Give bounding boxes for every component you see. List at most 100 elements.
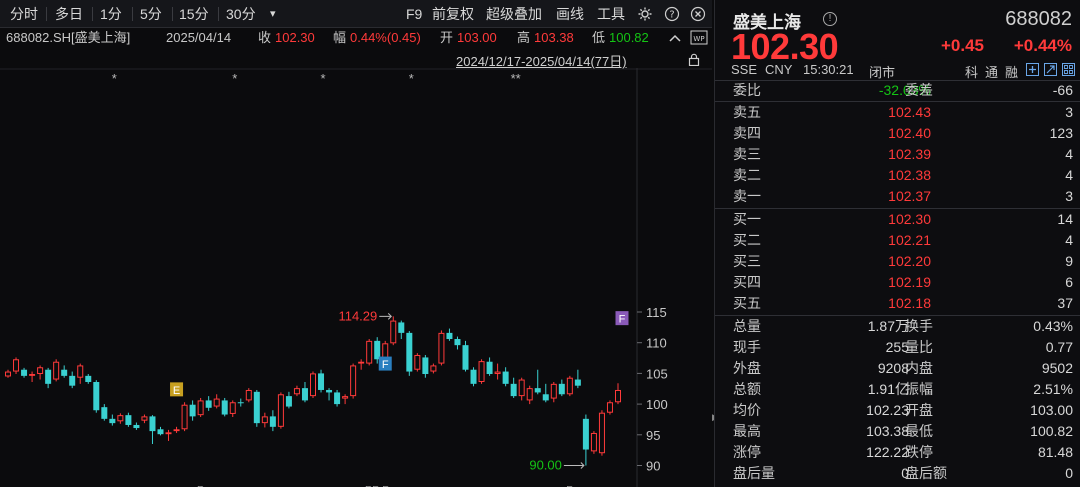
candle-body-up (310, 373, 316, 397)
candle-body-up (350, 365, 357, 397)
event-stars: * * * * ** (112, 71, 521, 86)
draw-line-button[interactable]: 画线 (556, 0, 584, 28)
candle-body-up (5, 371, 11, 377)
ask-level-volume: 3 (1065, 188, 1073, 204)
y-axis-ticks: 115 110 105 100 95 90 (637, 305, 668, 474)
candle-body-up (53, 361, 60, 380)
candle-body-down (21, 369, 28, 376)
tag-margin[interactable]: 融 (1005, 62, 1018, 81)
ask-level-row[interactable]: 卖二 102.38 4 (715, 165, 1080, 186)
candle-body-down (237, 402, 244, 404)
ask-level-row[interactable]: 卖一 102.37 3 (715, 186, 1080, 207)
info-icon[interactable]: ! (823, 12, 837, 26)
candle-body-down (470, 369, 477, 384)
wp-icon[interactable]: WP (690, 30, 708, 46)
y-tick-label: 110 (646, 336, 667, 351)
bid-level-row[interactable]: 买一 102.30 14 (715, 209, 1080, 230)
stat-item: 开盘 103.00 (905, 400, 1073, 421)
expand-icon[interactable] (1044, 63, 1057, 76)
stat-label: 换手 (905, 318, 933, 334)
bid-ratio-row: 委比 -32.03% 委差 -66 (715, 80, 1080, 101)
ask-level-row[interactable]: 卖四 102.40 123 (715, 123, 1080, 144)
candle-body-up (261, 416, 268, 424)
ask-level-price: 102.43 (888, 104, 931, 120)
stat-label: 涨停 (733, 444, 761, 460)
stat-value: 102.23 (866, 402, 909, 418)
stat-label: 内盘 (905, 360, 933, 376)
tab-intraday[interactable]: 分时 (10, 0, 38, 28)
ask-level-row[interactable]: 卖三 102.39 4 (715, 144, 1080, 165)
bar-date: 2025/04/14 (166, 30, 232, 45)
more-periods-dropdown-icon[interactable]: ▾ (270, 0, 276, 28)
tab-5min[interactable]: 5分 (140, 0, 162, 28)
bid-level-volume: 4 (1065, 232, 1073, 248)
stat-label: 盘后量 (733, 465, 775, 481)
bid-level-volume: 14 (1057, 211, 1073, 227)
lock-icon[interactable] (688, 53, 700, 66)
candle-body-down (253, 391, 260, 424)
candle-body-up (550, 383, 557, 399)
close-icon[interactable] (690, 6, 706, 22)
candle-body-down (157, 429, 164, 435)
add-to-watchlist-icon[interactable] (1026, 63, 1039, 76)
candle-body-down (486, 361, 493, 375)
f9-button[interactable]: F9 (406, 0, 422, 28)
stat-label: 最高 (733, 423, 761, 439)
tab-1min[interactable]: 1分 (100, 0, 122, 28)
ask-level-volume: 4 (1065, 146, 1073, 162)
exchange: SSE (731, 62, 758, 77)
grid-view-icon[interactable] (1062, 63, 1075, 76)
tag-connect[interactable]: 通 (985, 62, 998, 81)
candle-body-down (205, 400, 212, 408)
ask-level-price: 102.37 (888, 188, 931, 204)
tag-star-market[interactable]: 科 (965, 62, 978, 81)
annotations: 114.2990.00EFFRRR RR (170, 308, 629, 487)
candle-body-down (45, 369, 52, 384)
stat-value: 122.22 (866, 444, 909, 460)
candle-body-up (342, 396, 349, 399)
stat-item: 外盘 9208 (733, 358, 909, 379)
bid-level-row[interactable]: 买五 102.18 37 (715, 293, 1080, 314)
ask-level-row[interactable]: 卖五 102.43 3 (715, 102, 1080, 123)
bid-level-row[interactable]: 买四 102.19 6 (715, 272, 1080, 293)
stat-value: 9502 (1041, 360, 1073, 376)
candle-body-up (141, 416, 148, 421)
candle-body-down (446, 332, 453, 340)
stat-value: 81.48 (1037, 444, 1073, 460)
super-overlay-button[interactable]: 超级叠加 (486, 0, 542, 28)
open-value: 103.00 (457, 30, 497, 45)
tools-button[interactable]: 工具 (597, 0, 625, 28)
event-star-marker: * (320, 71, 325, 86)
low-label: 低 (592, 30, 606, 45)
adjust-forward-button[interactable]: 前复权 (432, 0, 474, 28)
tab-multi-day[interactable]: 多日 (55, 0, 83, 28)
question-icon[interactable]: ? (664, 6, 680, 22)
stat-item: 换手 0.43% (905, 316, 1073, 337)
stat-value: 0 (1065, 465, 1073, 481)
ask-level-label: 卖三 (733, 146, 761, 162)
bid-level-row[interactable]: 买三 102.20 9 (715, 251, 1080, 272)
stat-label: 现手 (733, 339, 761, 355)
bid-level-row[interactable]: 买二 102.21 4 (715, 230, 1080, 251)
ask-level-volume: 3 (1065, 104, 1073, 120)
gear-icon[interactable] (637, 6, 653, 22)
ask-level-label: 卖一 (733, 188, 761, 204)
svg-text:WP: WP (693, 35, 704, 43)
stat-label: 均价 (733, 402, 761, 418)
candle-body-up (615, 389, 621, 403)
stat-value: 2.51% (1033, 381, 1073, 397)
chevron-up-icon[interactable] (669, 33, 681, 43)
tab-15min[interactable]: 15分 (179, 0, 209, 28)
candle-body-up (438, 332, 445, 364)
candle-body-down (221, 400, 228, 415)
bid-level-price: 102.18 (888, 295, 931, 311)
financial-marker: F (619, 314, 626, 326)
candle-body-down (85, 375, 92, 382)
quote-panel: 盛美上海 ! 688082 102.30 +0.45 +0.44% SSE CN… (714, 0, 1080, 487)
stat-item: 总量 1.87万 (733, 316, 909, 337)
quote-time: 15:30:21 (803, 62, 854, 77)
event-star-marker: * (409, 71, 414, 86)
tab-30min[interactable]: 30分 (226, 0, 256, 28)
candlestick-chart[interactable]: 1151101051009590 ****** 114.2990.00EFFRR… (0, 68, 712, 487)
low-price-label: 90.00 (529, 458, 562, 473)
